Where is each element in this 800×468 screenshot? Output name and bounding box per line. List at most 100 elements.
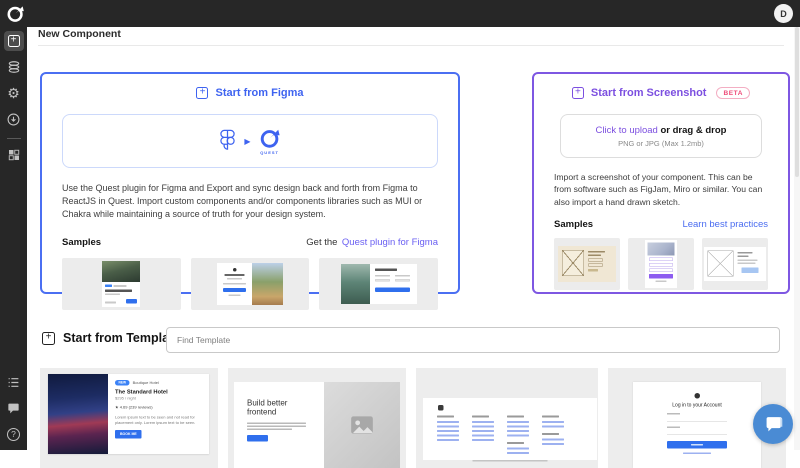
figma-samples-row: Samples Get the Quest plugin for Figma: [62, 232, 438, 250]
samples-label: Samples: [62, 237, 101, 248]
login-logo: [694, 393, 700, 399]
page-scrollbar[interactable]: [794, 27, 800, 450]
hotel-rating: ★ 4.69 (239 reviews): [115, 405, 203, 410]
arrow-right-icon: ▶: [244, 137, 250, 146]
listing-mockup: [102, 261, 140, 307]
chat-widget-button[interactable]: [753, 404, 793, 444]
figma-sample-checkout[interactable]: [319, 258, 438, 310]
scrollbar-thumb[interactable]: [795, 27, 799, 177]
sidebar-item-list[interactable]: [4, 372, 24, 392]
sketch-mockup: [558, 246, 616, 282]
screenshot-card-header: Start from Screenshot BETA: [534, 87, 788, 99]
sidebar-item-feedback[interactable]: [4, 398, 24, 418]
quest-logo-icon[interactable]: [6, 4, 25, 23]
hotel-title: The Standard Hotel: [115, 389, 203, 395]
hero-mockup: Build better frontend: [228, 368, 406, 468]
samples-label: Samples: [554, 219, 593, 230]
sidebar-bottom-group: ?: [0, 366, 27, 444]
gear-icon: ⚙: [7, 86, 20, 100]
screenshot-sample-mobile-form[interactable]: [628, 238, 694, 290]
start-from-screenshot-card[interactable]: Start from Screenshot BETA Click to uplo…: [532, 72, 790, 294]
hero-button: [247, 435, 268, 442]
plus-square-icon: [572, 87, 584, 99]
click-to-upload-link[interactable]: Click to upload: [596, 125, 658, 136]
list-icon: [7, 376, 20, 389]
plus-square-icon: [196, 87, 208, 99]
template-hotel-card[interactable]: NEW Boutique Hotel The Standard Hotel $2…: [40, 368, 218, 468]
chat-bubble-icon: [762, 413, 784, 435]
screenshot-card-description: Import a screenshot of your component. T…: [554, 171, 768, 208]
sidebar-item-settings[interactable]: ⚙: [4, 83, 24, 103]
figma-logo-icon: [219, 129, 236, 154]
image-placeholder-icon: [349, 412, 375, 438]
download-circle-icon: [7, 113, 20, 126]
quest-plugin-link[interactable]: Quest plugin for Figma: [342, 237, 438, 248]
new-badge: NEW: [115, 380, 130, 386]
upload-dropzone[interactable]: Click to upload or drag & drop PNG or JP…: [560, 114, 762, 158]
sidebar: ⚙ ?: [0, 27, 27, 450]
start-from-figma-card[interactable]: Start from Figma ▶ QUEST Use the Quest p…: [40, 72, 460, 294]
template-hero-section[interactable]: Build better frontend: [228, 368, 406, 468]
hotel-body-text: Lorem ipsum text to be seen and not read…: [115, 415, 203, 426]
mobile-form-mockup: [645, 240, 677, 288]
quest-caption: QUEST: [260, 150, 279, 155]
figma-sample-thumbs: [62, 258, 438, 310]
login-button: [667, 441, 727, 449]
find-template-input[interactable]: [166, 327, 780, 353]
upload-hint: PNG or JPG (Max 1.2mb): [618, 139, 704, 148]
figma-card-description: Use the Quest plugin for Figma and Expor…: [62, 182, 438, 221]
neon-city-photo: [48, 374, 108, 454]
hotel-mockup: NEW Boutique Hotel The Standard Hotel $2…: [40, 368, 218, 468]
sidebar-item-new-component[interactable]: [4, 31, 24, 51]
book-me-button: BOOK ME: [115, 430, 142, 439]
template-footer[interactable]: [416, 368, 598, 468]
hotel-category: Boutique Hotel: [133, 381, 159, 386]
plus-square-icon: [42, 332, 55, 345]
palm-photo: [252, 263, 283, 305]
get-the-label: Get the: [306, 237, 337, 248]
sidebar-item-help[interactable]: ?: [4, 424, 24, 444]
layers-icon: [7, 60, 21, 74]
components-grid-icon: [8, 149, 20, 161]
hotel-rating-text: 4.69 (239 reviews): [120, 405, 153, 410]
sidebar-item-layers[interactable]: [4, 57, 24, 77]
screenshot-sample-thumbs: [554, 238, 768, 290]
wireframe-mockup: [704, 247, 766, 281]
footer-mockup: [416, 368, 598, 468]
sketch-placeholder-box: [562, 250, 584, 276]
star-icon: ★: [115, 405, 119, 410]
screenshot-samples-row: Samples Learn best practices: [554, 219, 768, 230]
figma-card-title: Start from Figma: [215, 87, 303, 99]
login-title: Log in to your Account: [672, 403, 721, 409]
screenshot-sample-wireframe[interactable]: [702, 238, 768, 290]
figma-sample-listing-card[interactable]: [62, 258, 181, 310]
checkout-mockup: [341, 264, 417, 304]
hotel-price: $295 / night: [115, 396, 203, 401]
quest-logo-icon: [259, 127, 281, 149]
figma-card-header: Start from Figma: [42, 87, 458, 99]
top-bar: D: [0, 0, 800, 27]
login-link-bar: [683, 453, 711, 455]
sidebar-item-components[interactable]: [4, 145, 24, 165]
beta-badge: BETA: [716, 87, 750, 99]
help-icon: ?: [7, 428, 20, 441]
plus-square-icon: [8, 35, 20, 47]
header-divider: [38, 45, 784, 46]
wave-photo: [341, 264, 370, 304]
plugin-link-row: Get the Quest plugin for Figma: [306, 232, 438, 250]
login-mockup: [217, 263, 283, 305]
sidebar-item-export[interactable]: [4, 109, 24, 129]
figma-to-quest-graphic: ▶ QUEST: [62, 114, 438, 168]
page-title: New Component: [38, 28, 121, 40]
drag-drop-label: or drag & drop: [660, 125, 726, 136]
footer-copyright-bar: [473, 460, 548, 462]
footer-logo: [438, 405, 444, 411]
hero-title: Build better frontend: [247, 399, 307, 417]
upload-label: Click to upload or drag & drop: [596, 125, 727, 136]
user-avatar[interactable]: D: [774, 4, 793, 23]
quest-mark: QUEST: [259, 127, 281, 155]
start-from-template-header: Start from Template: [42, 331, 180, 345]
learn-best-practices-link[interactable]: Learn best practices: [682, 219, 768, 230]
figma-sample-login[interactable]: [191, 258, 310, 310]
screenshot-sample-sketch[interactable]: [554, 238, 620, 290]
